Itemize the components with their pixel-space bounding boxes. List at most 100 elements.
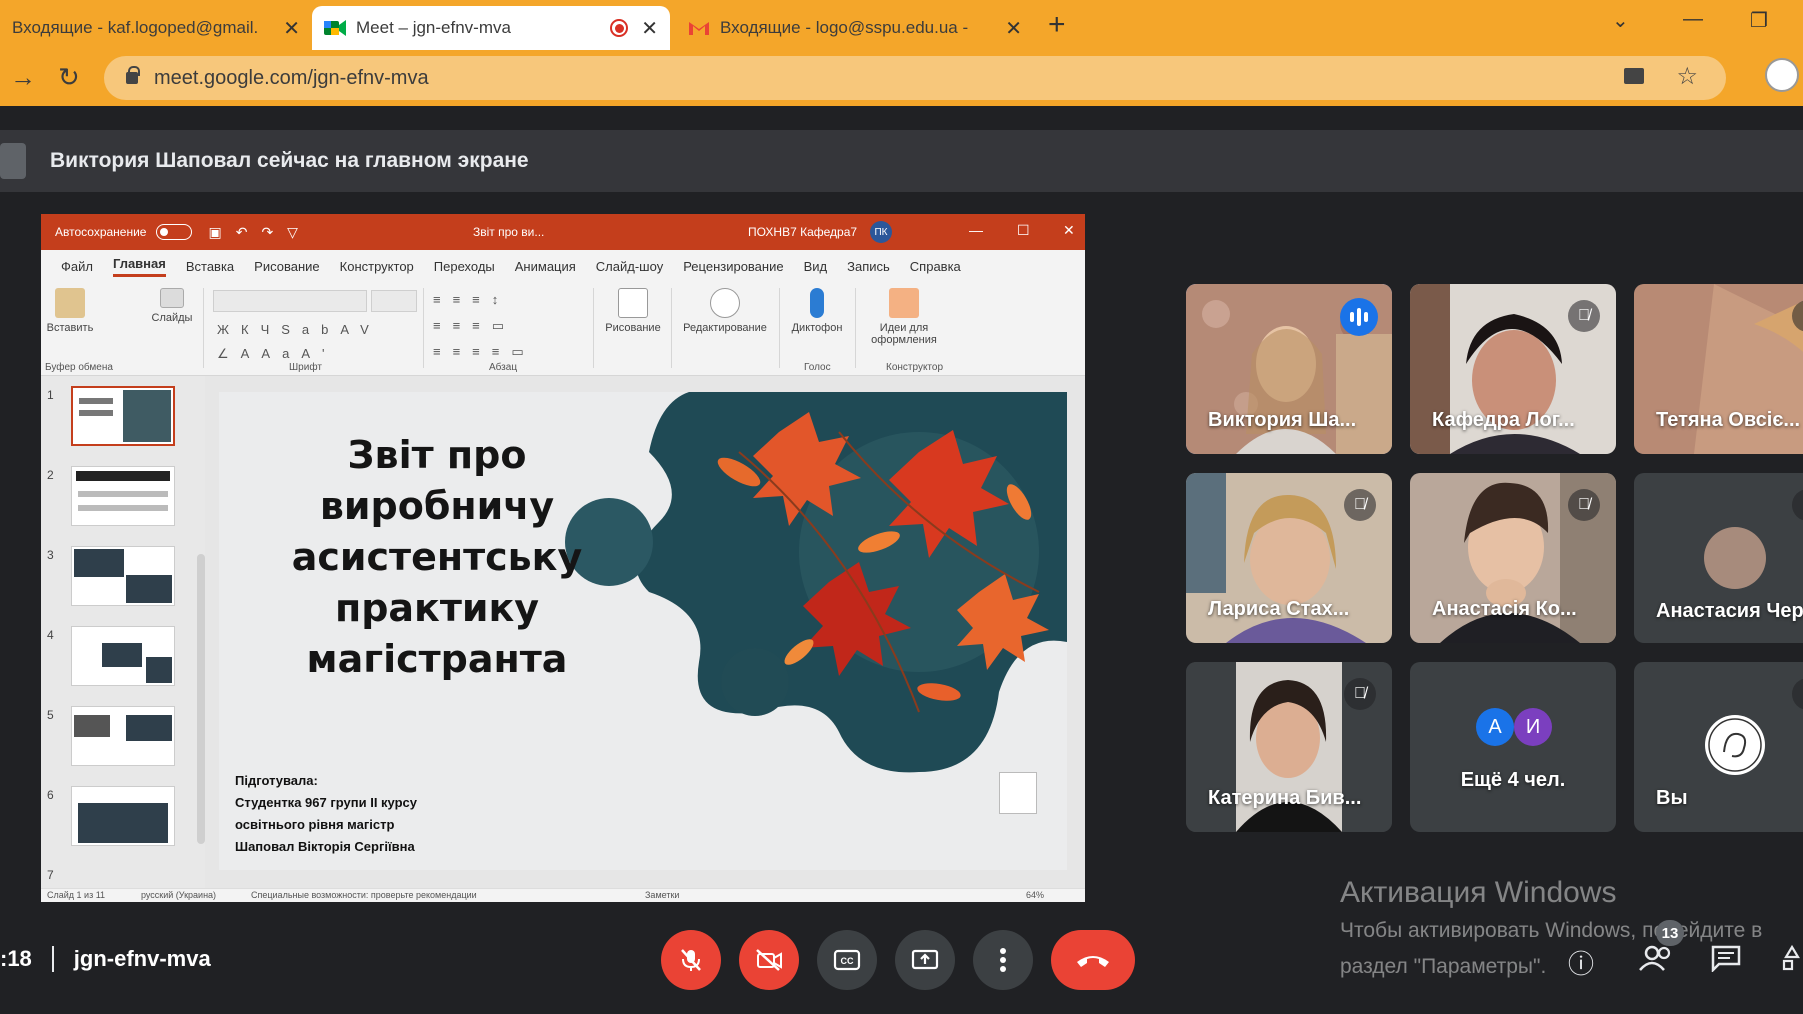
- close-tab-icon[interactable]: ✕: [283, 16, 300, 41]
- hang-up-icon: [1077, 956, 1109, 967]
- accessibility-status: Специальные возможности: проверьте реком…: [251, 890, 477, 900]
- chat-icon[interactable]: [1710, 944, 1742, 979]
- microphone-icon: [810, 288, 824, 318]
- close-tab-icon[interactable]: ✕: [641, 16, 658, 41]
- participant-name: Катерина Бив...: [1208, 787, 1362, 809]
- thumbnails-scrollbar: [197, 554, 205, 844]
- present-screen-button[interactable]: [895, 930, 955, 990]
- new-tab-icon[interactable]: +: [1048, 8, 1066, 42]
- slide-author-block: Підготувала: Студентка 967 групи ІІ курс…: [235, 770, 417, 858]
- tab-search-icon[interactable]: ⌄: [1612, 8, 1629, 33]
- svg-text:CC: CC: [841, 956, 854, 966]
- participant-tile[interactable]: 🎙̸ Анастасія Ко...: [1410, 473, 1616, 643]
- slide-number: 5: [47, 708, 54, 722]
- slide-thumbnail: [71, 386, 175, 446]
- autosave-toggle[interactable]: [156, 224, 193, 240]
- mic-toggle-button[interactable]: [661, 930, 721, 990]
- font-color-icons: ∠AАаA': [217, 346, 337, 361]
- captions-button[interactable]: CC: [817, 930, 877, 990]
- voice-group-label: Голос: [804, 362, 831, 373]
- reload-icon[interactable]: ↻: [58, 62, 80, 93]
- design-ideas-icon: [889, 288, 919, 318]
- leave-call-button[interactable]: [1051, 930, 1135, 990]
- ideas-label: Идеи для оформления: [871, 322, 937, 346]
- more-options-button[interactable]: [973, 930, 1033, 990]
- author-line: Шаповал Вікторія Сергіївна: [235, 839, 415, 854]
- editing-button: Редактирование: [677, 288, 773, 334]
- dictate-button: Диктофон: [785, 288, 849, 334]
- activation-title: Активация Windows: [1340, 876, 1617, 909]
- meeting-info: :18 jgn-efnv-mva: [0, 946, 211, 972]
- present-screen-icon: [911, 949, 939, 970]
- participant-name: Тетяна Овсіє...: [1656, 409, 1801, 431]
- participant-tile[interactable]: 🎙̸ Кафедра Лог...: [1410, 284, 1616, 454]
- logopedia-logo: [1705, 715, 1765, 775]
- minimize-icon[interactable]: —: [1683, 8, 1703, 31]
- current-slide: Звіт про виробничу асистентську практику…: [219, 392, 1067, 870]
- autosave-label: Автосохранение: [55, 225, 147, 239]
- close-icon: ✕: [1063, 222, 1075, 238]
- ppt-doc-title: Звіт про ви...: [473, 225, 545, 239]
- mic-off-icon: [681, 949, 701, 971]
- meeting-code: jgn-efnv-mva: [73, 946, 211, 971]
- address-bar-row: → ↻ meet.google.com/jgn-efnv-mva ☆: [0, 50, 1803, 106]
- font-group-label: Шрифт: [289, 362, 322, 373]
- people-icon[interactable]: [1638, 944, 1674, 979]
- activation-line: Чтобы активировать Windows, перейдите в: [1340, 919, 1763, 942]
- tab-record: Запись: [847, 258, 890, 274]
- tab-meet[interactable]: Meet – jgn-efnv-mva ✕: [312, 6, 670, 50]
- camera-in-use-icon[interactable]: [1624, 68, 1644, 84]
- minimize-icon: —: [969, 222, 983, 238]
- tab-file: Файл: [61, 258, 93, 274]
- new-slide-icon: [160, 288, 184, 308]
- profile-avatar[interactable]: [1765, 58, 1799, 92]
- ppt-ribbon: Вставить Слайды Буфер обмена ЖКЧSabAV ∠A…: [41, 282, 1085, 376]
- mic-off-icon: 🎙̸: [1568, 489, 1600, 521]
- participant-tile-more[interactable]: А И Ещё 4 чел.: [1410, 662, 1616, 832]
- participant-name: Лариса Стах...: [1208, 598, 1350, 620]
- close-tab-icon[interactable]: ✕: [1005, 16, 1022, 41]
- camera-toggle-button[interactable]: [739, 930, 799, 990]
- participant-tile[interactable]: Виктория Ша...: [1186, 284, 1392, 454]
- paste-button: Вставить: [45, 288, 95, 334]
- tab-review: Рецензирование: [683, 258, 784, 274]
- dictate-label: Диктофон: [791, 322, 843, 334]
- url-text: meet.google.com/jgn-efnv-mva: [154, 66, 429, 89]
- ppt-title-bar: Автосохранение ▣↶↷▽ Звіт про ви... ПОХНВ…: [41, 214, 1085, 250]
- participant-tile[interactable]: 🎙̸ Лариса Стах...: [1186, 473, 1392, 643]
- presenting-text: Виктория Шаповал сейчас на главном экран…: [50, 149, 529, 172]
- ppt-ribbon-tabs: Файл Главная Вставка Рисование Конструкт…: [41, 250, 1085, 282]
- mic-off-icon: 🎙̸: [1792, 489, 1803, 521]
- indent-icons: ≡≡≡▭: [433, 318, 517, 333]
- restore-icon[interactable]: ❐: [1750, 8, 1768, 33]
- tab-title: Meet – jgn-efnv-mva: [356, 18, 511, 37]
- presenter-avatar: [0, 143, 26, 179]
- ppt-status-bar: Слайд 1 из 11 русский (Украина) Специаль…: [41, 888, 1085, 902]
- language: русский (Украина): [141, 890, 217, 900]
- shapes-icon: [618, 288, 648, 318]
- participant-tile[interactable]: 🎙̸ Анастасия Чер: [1634, 473, 1803, 643]
- font-name-box: [213, 290, 367, 312]
- shared-screen-powerpoint: Автосохранение ▣↶↷▽ Звіт про ви... ПОХНВ…: [41, 214, 1085, 902]
- participant-tile[interactable]: 🎙̸ Катерина Бив...: [1186, 662, 1392, 832]
- forward-icon[interactable]: →: [10, 62, 36, 93]
- bookmark-star-icon[interactable]: ☆: [1676, 62, 1698, 91]
- address-bar[interactable]: meet.google.com/jgn-efnv-mva ☆: [104, 56, 1726, 100]
- windows-activation-watermark: Активация Windows Чтобы активировать Win…: [1340, 876, 1762, 982]
- slide-thumbnail: [71, 706, 175, 766]
- slide-number: 7: [47, 868, 54, 882]
- slide-editor: Звіт про виробничу асистентську практику…: [205, 376, 1085, 888]
- speaking-indicator-icon: [1340, 298, 1378, 336]
- participant-tile-self[interactable]: 🎙̸ Вы: [1634, 662, 1803, 832]
- font-size-box: [371, 290, 417, 312]
- designer-group-label: Конструктор: [886, 362, 944, 373]
- participant-name: Анастасия Чер: [1656, 600, 1803, 622]
- participant-name: Кафедра Лог...: [1432, 409, 1575, 431]
- participant-tile[interactable]: 🎙̸ Тетяна Овсіє...: [1634, 284, 1803, 454]
- slide-number: 6: [47, 788, 54, 802]
- tab-gmail-logo[interactable]: Входящие - logo@sspu.edu.ua - ✕: [676, 6, 1034, 50]
- prepared-label: Підготувала:: [235, 773, 318, 788]
- tab-gmail-kaf[interactable]: Входящие - kaf.logoped@gmail. ✕: [0, 6, 312, 50]
- activities-icon[interactable]: [1782, 944, 1802, 979]
- meeting-details-icon[interactable]: ⓘ: [1568, 944, 1594, 981]
